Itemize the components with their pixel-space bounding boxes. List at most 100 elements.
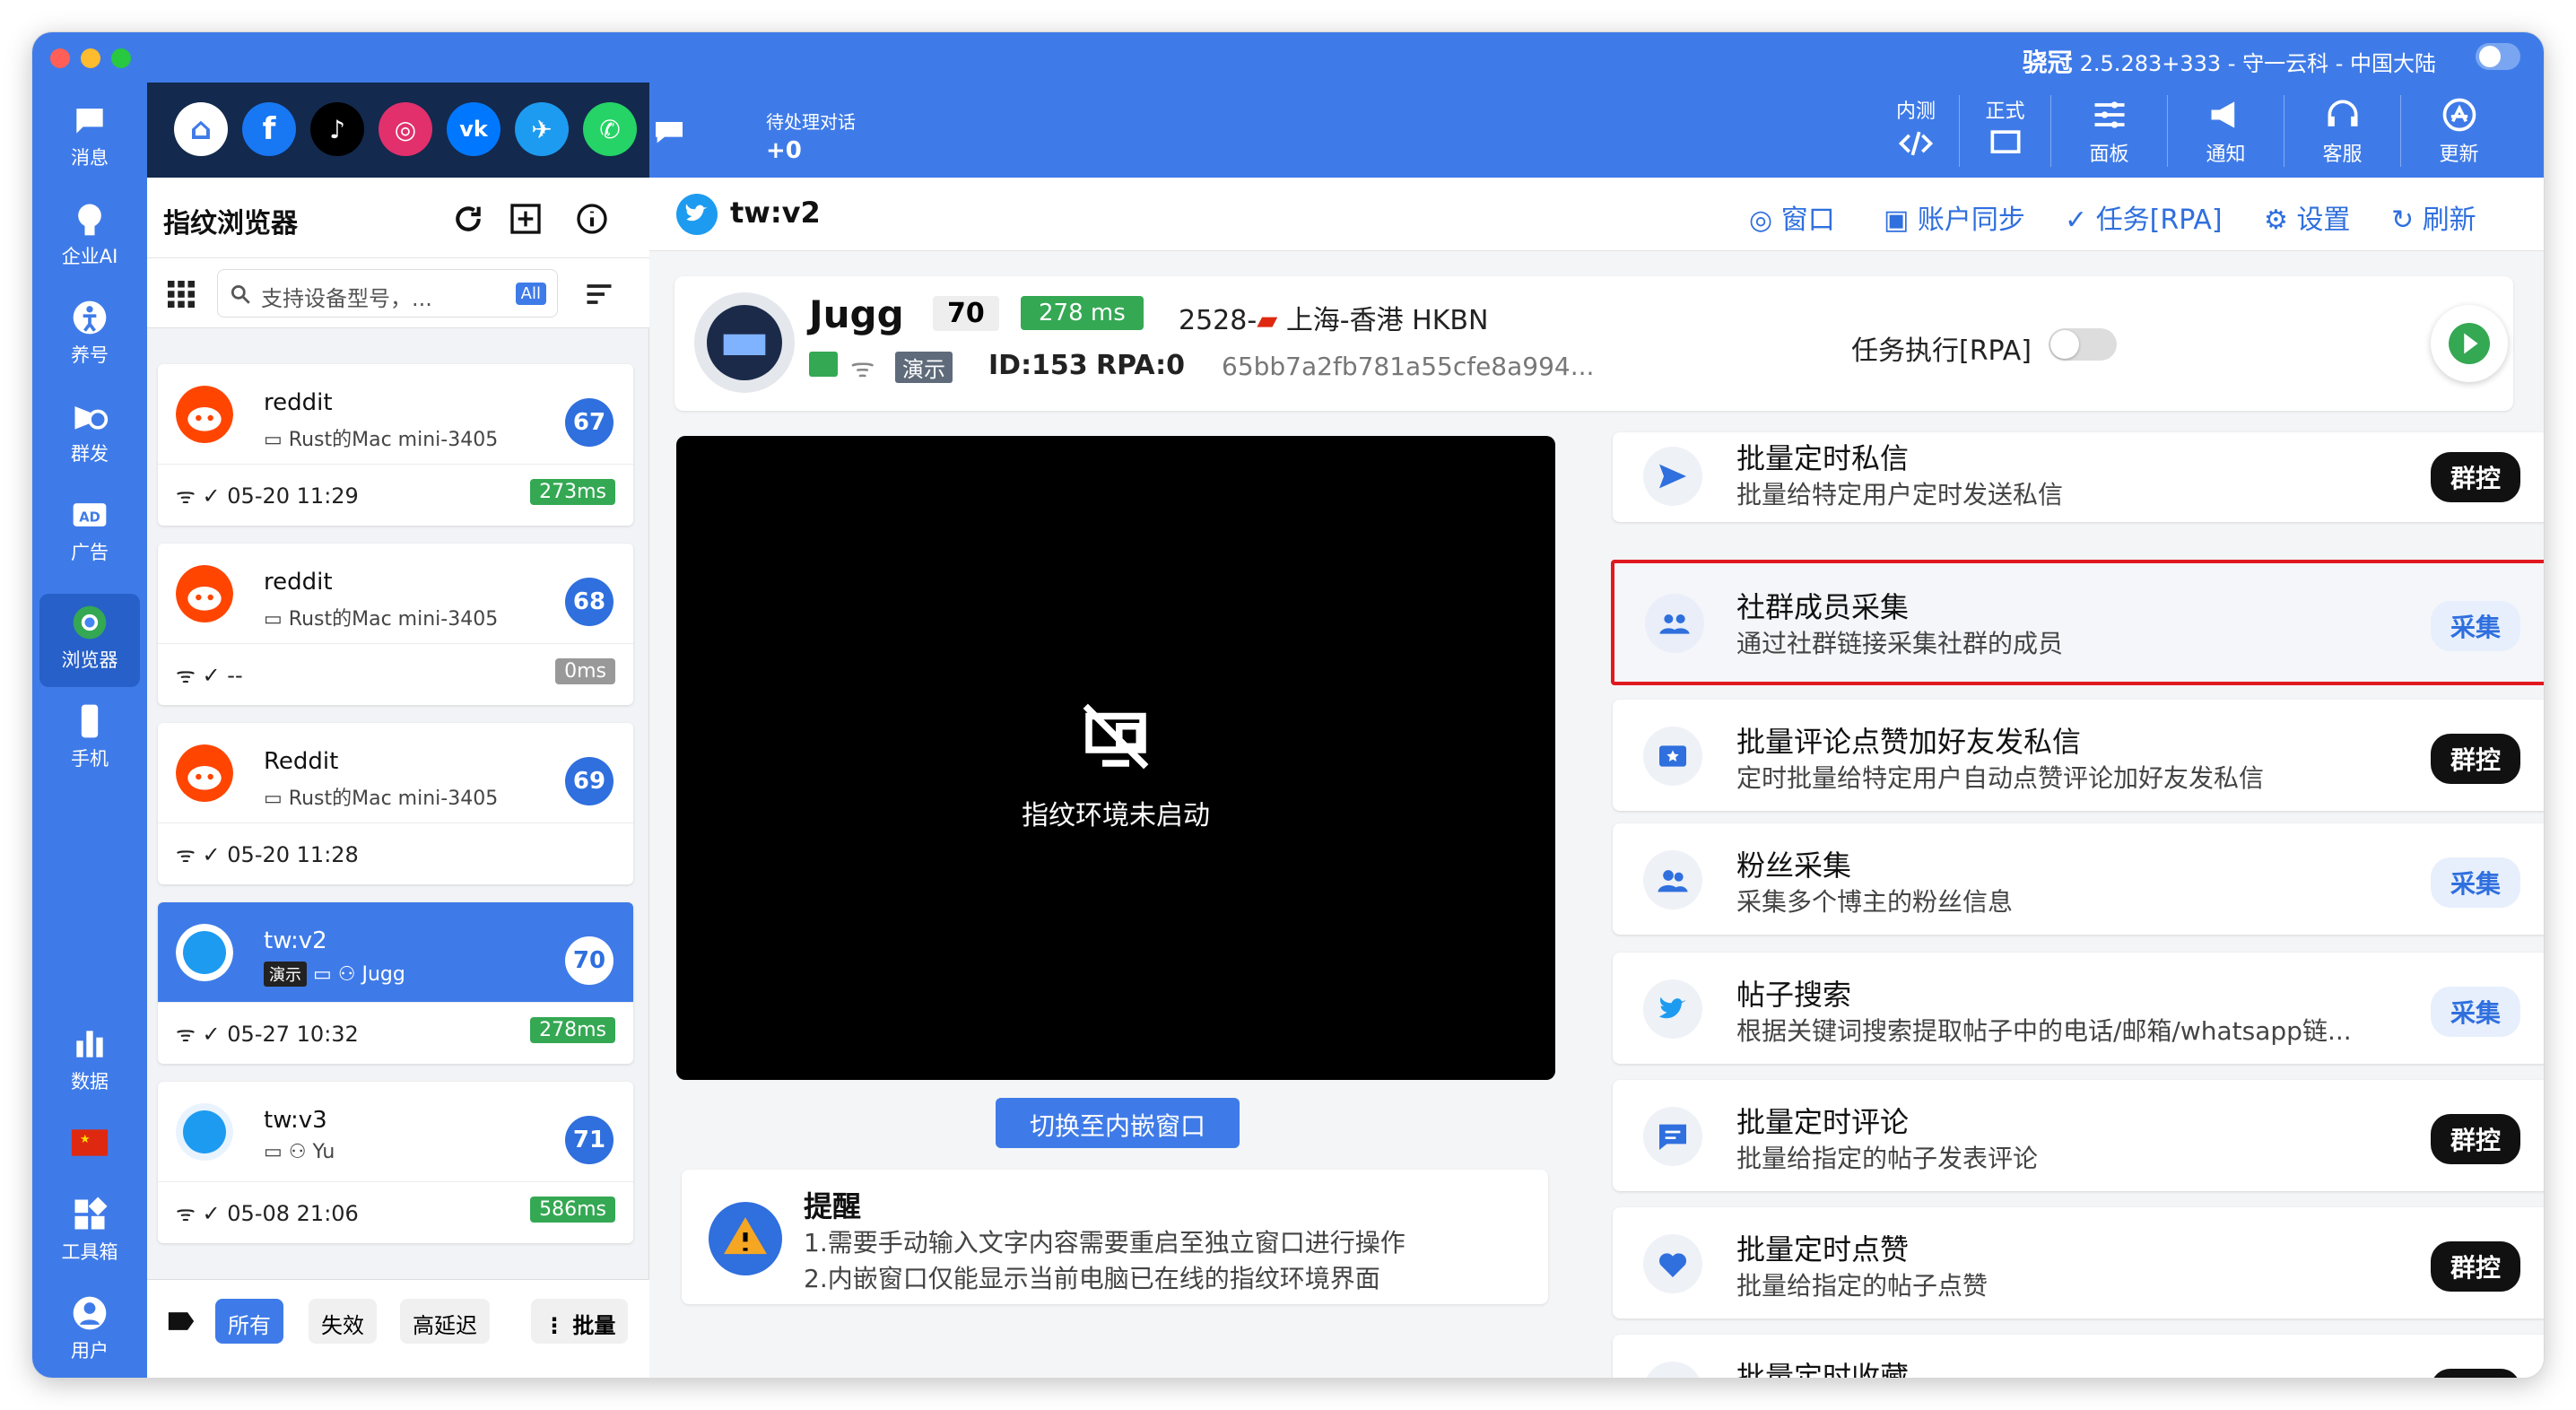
send-icon <box>1643 447 1702 506</box>
profile-card[interactable]: tw:v3 ▭ ⚇ Yu 71 ᯤ ✓ 05-08 21:06 586ms <box>158 1082 633 1243</box>
notify-button[interactable]: 通知 <box>2167 95 2284 167</box>
top-toolbar: 待处理对话 +0 内测 正式 面板 通知 客服 更新 <box>649 83 2544 178</box>
main-area: tw:v2 ◎ 窗口 ▣ 账户同步 ✓ 任务[RPA] ⚙ 设置 ↻ 刷新 ⋮ … <box>649 178 2544 1378</box>
browser-app-icon[interactable]: ⌂ <box>174 102 228 156</box>
task-card[interactable]: 粉丝采集 采集多个博主的粉丝信息 采集 <box>1613 823 2544 935</box>
task-card[interactable]: 批量定时私信 批量给特定用户定时发送私信 群控 <box>1613 432 2544 522</box>
svg-text:AD: AD <box>79 509 100 525</box>
nav-user[interactable]: 用户 <box>32 1293 147 1363</box>
batch-button[interactable]: ⋮ 批量 <box>531 1299 629 1344</box>
panel-title: 指纹浏览器 <box>163 208 298 239</box>
filter-high-latency-button[interactable]: 高延迟 <box>400 1299 490 1344</box>
app-store-icon <box>2442 98 2476 132</box>
group-icon <box>1645 594 1704 653</box>
close-window-button[interactable] <box>50 48 70 68</box>
user-icon <box>73 1296 107 1330</box>
headset-icon <box>2328 100 2357 126</box>
sliders-icon <box>2094 101 2124 128</box>
rpa-toggle[interactable] <box>2049 328 2117 361</box>
switch-embedded-button[interactable]: 切换至内嵌窗口 <box>996 1098 1240 1148</box>
megaphone-icon <box>74 406 109 430</box>
whatsapp-icon[interactable]: ✆ <box>583 102 637 156</box>
bookmark-icon <box>1643 1362 1702 1378</box>
china-flag-icon[interactable]: ★ <box>32 1123 147 1166</box>
refresh-link[interactable]: ↻ 刷新 <box>2391 197 2476 237</box>
info-icon[interactable] <box>574 201 610 237</box>
nav-phone[interactable]: 手机 <box>32 701 147 771</box>
browser-panel: 指纹浏览器 支持设备型号，... All reddit ▭ Rust的Mac min… <box>147 178 649 1378</box>
profile-card-selected[interactable]: tw:v2 演示 ▭ ⚇ Jugg 70 ᯤ ✓ 05-27 10:32 278ms <box>158 902 633 1064</box>
task-card[interactable]: 帖子搜索 根据关键词搜索提取帖子中的电话/邮箱/whatsapp链... 采集 <box>1613 953 2544 1064</box>
tag-icon[interactable] <box>163 1306 199 1336</box>
service-button[interactable]: 客服 <box>2284 95 2400 167</box>
reddit-icon <box>176 565 233 622</box>
profile-card-header: Jugg 70 278 ms 2528-▰ 上海-香港 HKBN ᯤ 演示 ID… <box>674 276 2513 411</box>
reddit-icon <box>176 386 233 443</box>
vk-icon[interactable]: vk <box>447 102 500 156</box>
nav-data[interactable]: 数据 <box>32 1024 147 1094</box>
nav-broadcast[interactable]: 群发 <box>32 396 147 466</box>
task-rpa-link[interactable]: ✓ 任务[RPA] <box>2065 197 2223 237</box>
left-nav: 消息 企业AI 养号 群发 AD 广告 浏览器 手机 数据 ★ 工具箱 用户 <box>32 83 147 1378</box>
heart-icon <box>1643 1234 1702 1293</box>
sort-icon[interactable] <box>581 278 617 310</box>
preview-status: 指纹环境未启动 <box>1022 800 1210 831</box>
nav-enterprise-ai[interactable]: 企业AI <box>32 199 147 269</box>
account-sync-link[interactable]: ▣ 账户同步 <box>1884 197 2025 237</box>
wifi-icon: ᯤ <box>850 352 875 384</box>
title-toggle[interactable] <box>2476 43 2520 70</box>
search-input[interactable]: 支持设备型号，... All <box>217 269 558 318</box>
grid-icon[interactable] <box>165 278 197 310</box>
pending-conversations[interactable]: 待处理对话 +0 <box>766 108 856 164</box>
tiktok-icon[interactable]: ♪ <box>310 102 364 156</box>
app-title: 骁冠 2.5.283+333 - 守一云科 - 中国大陆 <box>2022 48 2436 77</box>
task-card[interactable]: 批量定时评论 批量给指定的帖子发表评论 群控 <box>1613 1080 2544 1191</box>
nav-nurture[interactable]: 养号 <box>32 298 147 368</box>
nav-messages[interactable]: 消息 <box>32 100 147 170</box>
instagram-icon[interactable]: ◎ <box>379 102 432 156</box>
profile-card[interactable]: reddit ▭ Rust的Mac mini-3405 68 ᯤ ✓ -- 0ms <box>158 544 633 705</box>
person-run-icon <box>73 300 107 335</box>
task-card[interactable]: 批量定时点赞 批量给指定的帖子点赞 群控 <box>1613 1207 2544 1319</box>
social-network-bar: ⌂ f ♪ ◎ vk ✈ ✆ <box>147 83 649 178</box>
all-filter-tag[interactable]: All <box>515 283 546 305</box>
profile-rpa: RPA:0 <box>1096 350 1185 381</box>
fans-icon <box>1643 850 1702 910</box>
minimize-window-button[interactable] <box>81 48 100 68</box>
reddit-icon <box>176 744 233 802</box>
ai-head-icon <box>78 204 101 236</box>
update-button[interactable]: 更新 <box>2400 95 2517 167</box>
twitter-icon[interactable]: ✈ <box>515 102 569 156</box>
settings-link[interactable]: ⚙ 设置 <box>2264 197 2350 237</box>
nav-toolbox[interactable]: 工具箱 <box>32 1195 147 1265</box>
task-card[interactable]: 批量评论点赞加好友发私信 定时批量给特定用户自动点赞评论加好友发私信 群控 <box>1613 700 2544 811</box>
add-icon[interactable] <box>508 201 544 237</box>
filter-invalid-button[interactable]: 失效 <box>309 1299 377 1344</box>
panel-button[interactable]: 面板 <box>2050 95 2167 167</box>
nav-ads[interactable]: AD 广告 <box>32 495 147 565</box>
demo-badge: 演示 <box>895 352 953 383</box>
filter-all-button[interactable]: 所有 <box>215 1299 283 1344</box>
task-card-highlighted[interactable]: 社群成员采集 通过社群链接采集社群的成员 采集 <box>1611 560 2544 685</box>
reminder-box: 提醒 1.需要手动输入文字内容需要重启至独立窗口进行操作 2.内嵌窗口仅能显示当… <box>682 1170 1548 1304</box>
toolbox-icon <box>74 1197 108 1230</box>
twitter-icon <box>676 194 718 235</box>
facebook-icon[interactable]: f <box>242 102 296 156</box>
profile-card[interactable]: reddit ▭ Rust的Mac mini-3405 67 ᯤ ✓ 05-20 1… <box>158 364 633 526</box>
main-header: tw:v2 ◎ 窗口 ▣ 账户同步 ✓ 任务[RPA] ⚙ 设置 ↻ 刷新 ⋮ <box>649 178 2544 251</box>
window-link[interactable]: ◎ 窗口 <box>1749 197 1835 237</box>
release-button[interactable]: 正式 <box>1959 95 2050 167</box>
task-card[interactable]: 批量定时收藏群控 <box>1613 1335 2544 1378</box>
start-button[interactable] <box>2431 305 2508 382</box>
more-menu-icon[interactable]: ⋮ <box>2533 197 2544 229</box>
phone-icon <box>81 704 99 738</box>
nav-browser[interactable]: 浏览器 <box>39 594 140 687</box>
maximize-window-button[interactable] <box>111 48 131 68</box>
profile-card[interactable]: Reddit ▭ Rust的Mac mini-3405 69 ᯤ ✓ 05-20 1… <box>158 723 633 884</box>
avatar <box>694 292 795 393</box>
svg-text:★: ★ <box>80 1133 91 1146</box>
profile-location: 2528-▰ 上海-香港 HKBN <box>1179 305 1489 336</box>
refresh-icon[interactable] <box>450 201 486 237</box>
beta-button[interactable]: 内测 <box>1873 95 1959 167</box>
bar-chart-icon <box>76 1031 103 1058</box>
